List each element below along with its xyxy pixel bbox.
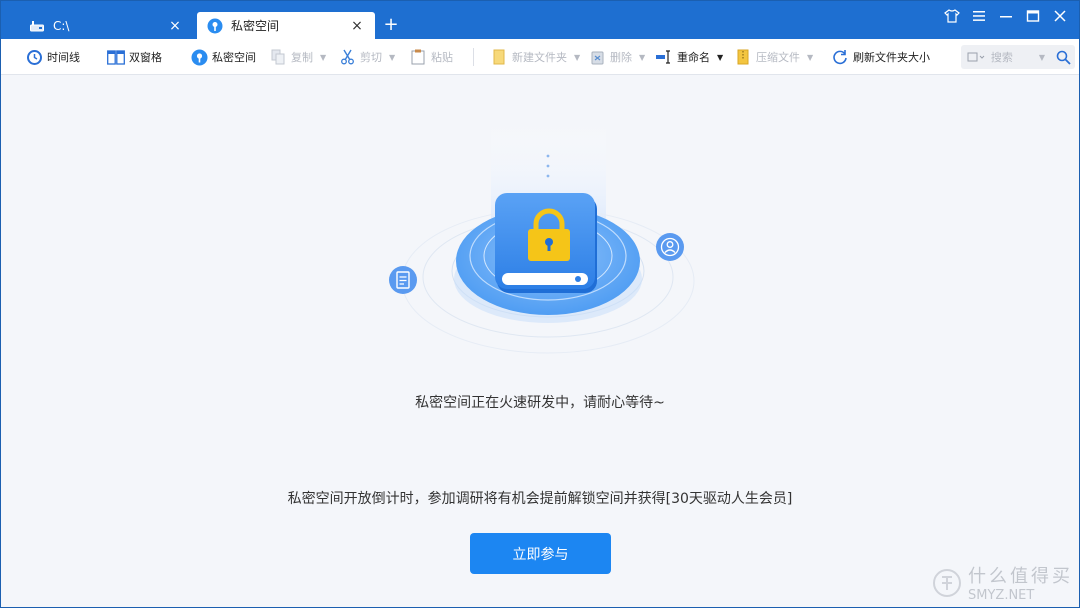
tab-c-drive[interactable]: C:\ × xyxy=(19,12,193,39)
copy-label: 复制 xyxy=(291,51,313,64)
chevron-down-icon[interactable]: ▼ xyxy=(574,53,580,62)
recycle-bin-icon xyxy=(588,48,606,66)
clock-icon xyxy=(25,48,43,66)
scissors-icon xyxy=(338,48,356,66)
chevron-down-icon[interactable]: ▼ xyxy=(717,53,723,62)
new-tab-button[interactable]: + xyxy=(381,14,401,36)
delete-label: 删除 xyxy=(610,51,632,64)
window-controls xyxy=(938,5,1073,27)
status-message: 私密空间正在火速研发中，请耐心等待~ xyxy=(415,395,665,411)
watermark-logo-icon xyxy=(933,568,961,597)
delete-button[interactable]: 删除 ▼ xyxy=(588,46,645,68)
toolbar: 时间线 双窗格 私密空间 复制 ▼ 剪切 ▼ 粘贴 新建文件夹 ▼ 删除 ▼ 重… xyxy=(1,39,1079,75)
folder-icon xyxy=(490,48,508,66)
search-scope-dropdown[interactable] xyxy=(961,45,991,69)
copy-button[interactable]: 复制 ▼ xyxy=(269,46,326,68)
tab-label: 私密空间 xyxy=(231,19,280,33)
private-space-illustration xyxy=(389,121,695,354)
locked-drive-icon xyxy=(495,193,597,293)
menu-icon[interactable] xyxy=(965,5,992,27)
toolbar-divider xyxy=(473,48,474,66)
rename-button[interactable]: 重命名 ▼ xyxy=(655,46,723,68)
private-space-icon xyxy=(207,18,223,34)
chevron-down-icon[interactable]: ▼ xyxy=(1039,53,1045,62)
compress-button[interactable]: 压缩文件 ▼ xyxy=(734,46,813,68)
chevron-down-icon[interactable]: ▼ xyxy=(320,53,326,62)
title-bar: C:\ × 私密空间 × + xyxy=(1,1,1079,39)
refresh-folder-size-label: 刷新文件夹大小 xyxy=(853,51,930,64)
paste-label: 粘贴 xyxy=(431,51,453,64)
copy-icon xyxy=(269,48,287,66)
timeline-label: 时间线 xyxy=(47,51,80,64)
chevron-down-icon[interactable]: ▼ xyxy=(389,53,395,62)
search-input[interactable] xyxy=(990,50,1039,64)
cut-label: 剪切 xyxy=(360,51,382,64)
join-now-button[interactable]: 立即参与 xyxy=(470,533,611,574)
timeline-button[interactable]: 时间线 xyxy=(25,46,80,68)
private-space-button[interactable]: 私密空间 xyxy=(190,46,256,68)
chevron-down-icon[interactable]: ▼ xyxy=(807,53,813,62)
search-bar: ▼ xyxy=(961,45,1075,69)
watermark-text: 什么值得买 xyxy=(968,566,1073,587)
dual-pane-icon xyxy=(107,48,125,66)
close-icon[interactable] xyxy=(1046,5,1073,27)
cut-button[interactable]: 剪切 ▼ xyxy=(338,46,395,68)
document-badge-icon xyxy=(389,266,417,294)
app-window: C:\ × 私密空间 × + 时间线 双窗格 私密空间 复制 ▼ 剪切 ▼ 粘贴… xyxy=(0,0,1080,608)
maximize-icon[interactable] xyxy=(1019,5,1046,27)
tab-close-button[interactable]: × xyxy=(345,18,369,34)
drive-icon xyxy=(29,18,45,34)
private-space-icon xyxy=(190,48,208,66)
search-icon[interactable] xyxy=(1051,45,1075,69)
tab-close-button[interactable]: × xyxy=(163,18,187,34)
clipboard-icon xyxy=(409,48,427,66)
zip-folder-icon xyxy=(734,48,752,66)
private-space-label: 私密空间 xyxy=(212,51,256,64)
dual-pane-button[interactable]: 双窗格 xyxy=(107,46,162,68)
minimize-icon[interactable] xyxy=(992,5,1019,27)
rename-label: 重命名 xyxy=(677,51,710,64)
refresh-folder-size-button[interactable]: 刷新文件夹大小 xyxy=(831,46,930,68)
watermark: 什么值得买 SMYZ.NET xyxy=(932,562,1073,603)
rename-icon xyxy=(655,48,673,66)
countdown-message: 私密空间开放倒计时，参加调研将有机会提前解锁空间并获得[30天驱动人生会员] xyxy=(287,491,793,507)
paste-button[interactable]: 粘贴 xyxy=(409,46,453,68)
compress-label: 压缩文件 xyxy=(756,51,800,64)
user-badge-icon xyxy=(656,233,684,261)
tab-private-space[interactable]: 私密空间 × xyxy=(197,12,375,39)
new-folder-button[interactable]: 新建文件夹 ▼ xyxy=(490,46,580,68)
watermark-domain: SMYZ.NET xyxy=(968,588,1035,603)
dual-pane-label: 双窗格 xyxy=(129,51,162,64)
refresh-icon xyxy=(831,48,849,66)
tab-label: C:\ xyxy=(53,18,70,33)
new-folder-label: 新建文件夹 xyxy=(512,51,567,64)
chevron-down-icon[interactable]: ▼ xyxy=(639,53,645,62)
skin-icon[interactable] xyxy=(938,5,965,27)
